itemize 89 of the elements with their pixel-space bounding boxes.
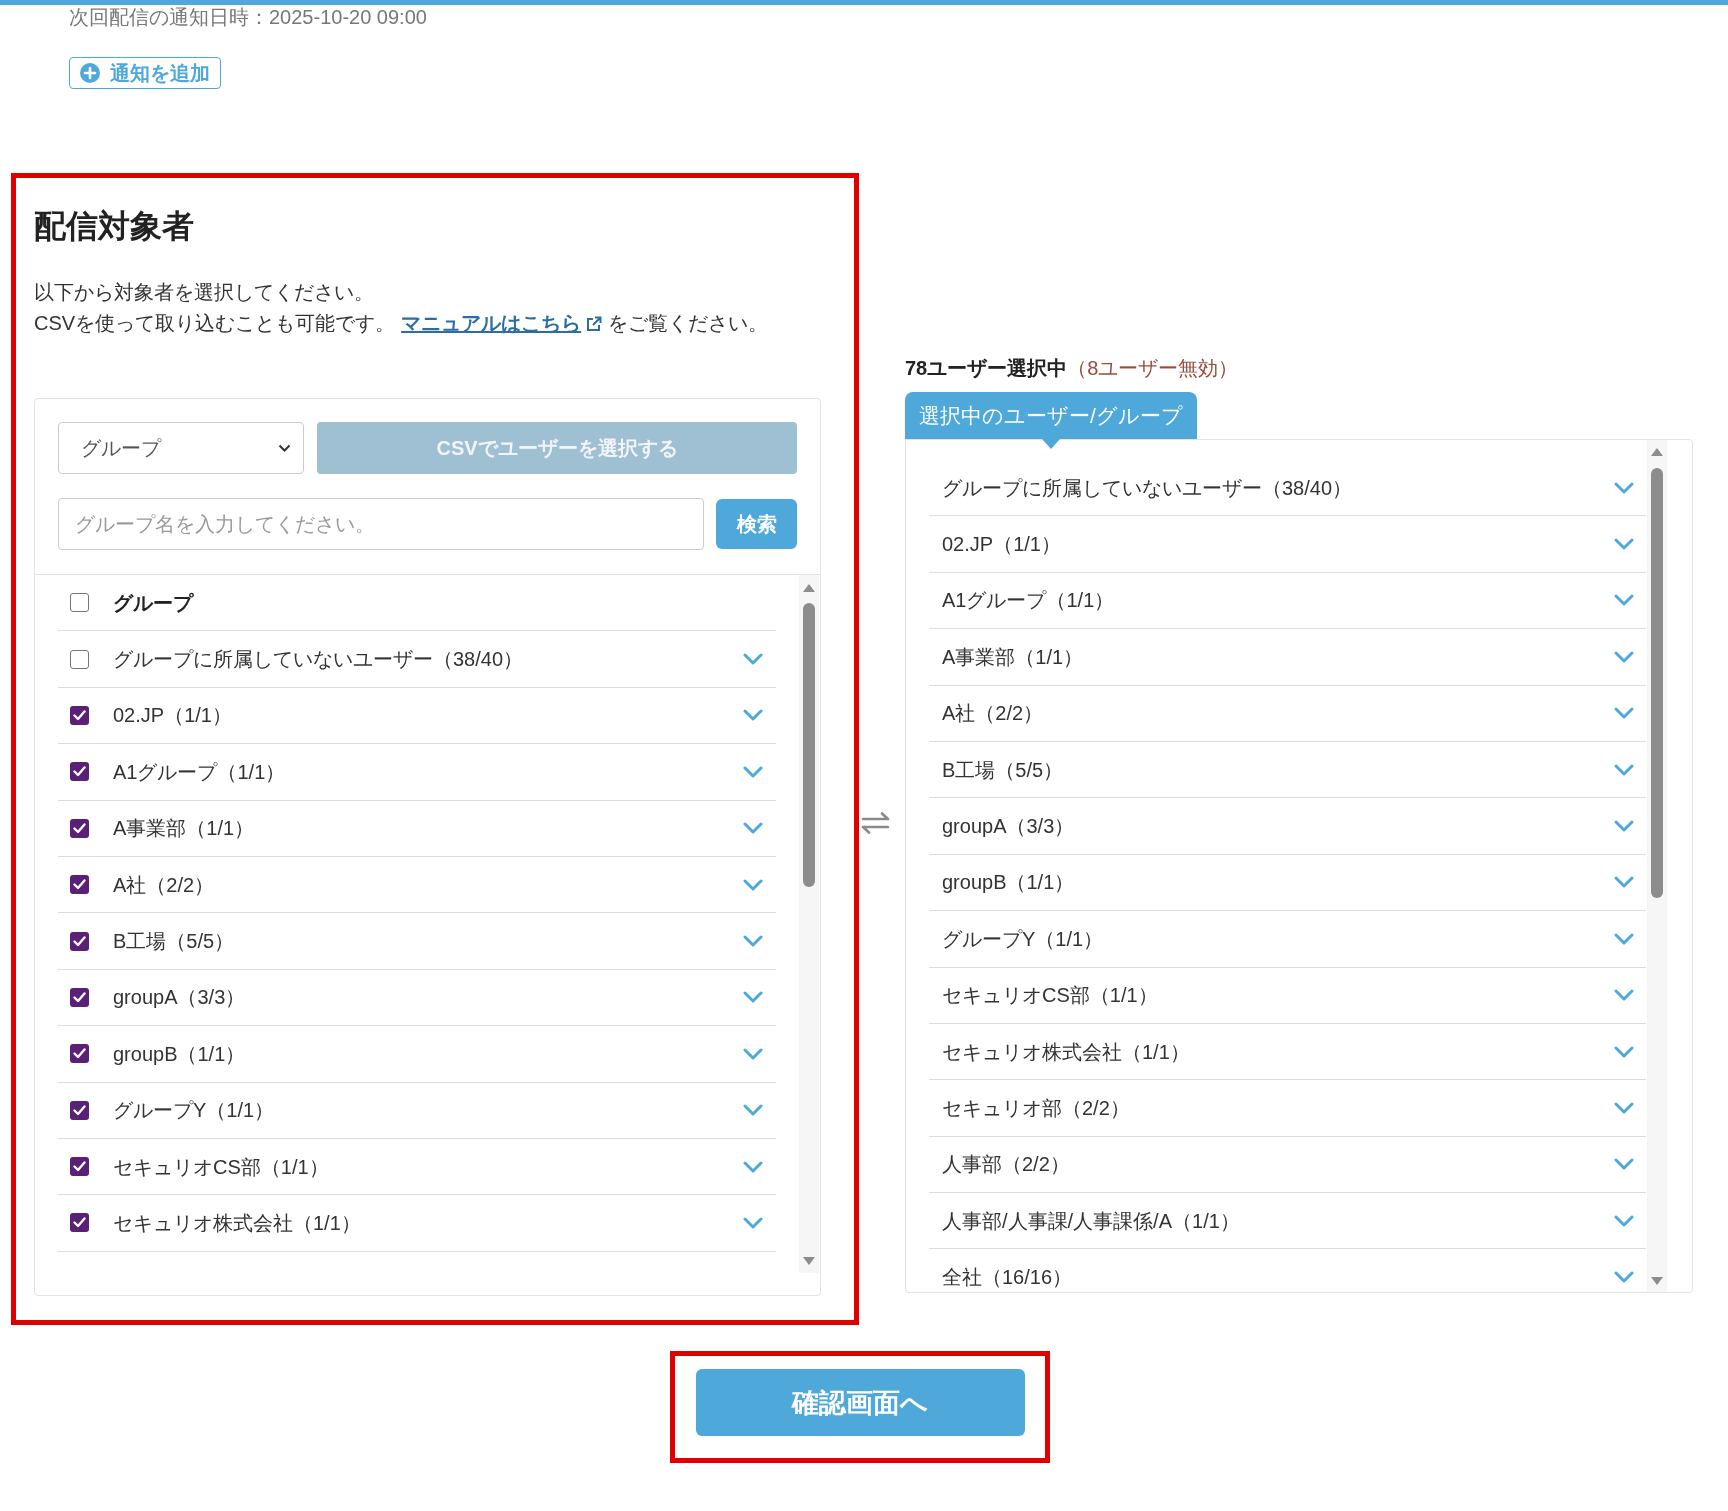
group-name: A事業部（1/1）	[942, 645, 1085, 668]
checkbox[interactable]	[70, 1100, 89, 1120]
group-name: グループY（1/1）	[113, 1099, 276, 1122]
checkbox[interactable]	[70, 762, 89, 782]
chevron-down-icon[interactable]	[1614, 594, 1634, 607]
chevron-down-icon[interactable]	[743, 1104, 763, 1117]
group-name: A社（2/2）	[113, 873, 216, 896]
group-name: B工場（5/5）	[113, 930, 236, 953]
chevron-down-icon[interactable]	[1614, 1045, 1634, 1058]
group-name: 人事部/人事課/人事課係/A（1/1）	[942, 1209, 1241, 1232]
chevron-down-icon[interactable]	[1614, 932, 1634, 945]
group-name: グループに所属していないユーザー（38/40）	[113, 648, 525, 671]
chevron-down-icon[interactable]	[743, 935, 763, 948]
group-name: セキュリオCS部（1/1）	[942, 984, 1159, 1007]
chevron-down-icon[interactable]	[743, 653, 763, 666]
chevron-down-icon[interactable]	[1614, 876, 1634, 889]
checkbox[interactable]	[70, 987, 89, 1007]
scroll-down-icon[interactable]	[803, 1257, 815, 1265]
chevron-down-icon	[278, 444, 291, 452]
checkbox[interactable]	[70, 875, 89, 895]
group-name: 人事部（2/2）	[942, 1153, 1071, 1176]
chevron-down-icon[interactable]	[743, 991, 763, 1004]
group-name: B工場（5/5）	[942, 758, 1065, 781]
description-text: 以下から対象者を選択してください。	[34, 280, 374, 305]
section-title: 配信対象者	[34, 207, 194, 246]
group-name: groupB（1/1）	[942, 871, 1076, 894]
group-name: groupB（1/1）	[113, 1042, 247, 1065]
chevron-down-icon[interactable]	[743, 822, 763, 835]
chevron-down-icon[interactable]	[1614, 1158, 1634, 1171]
chevron-down-icon[interactable]	[1614, 989, 1634, 1002]
description-text: CSVを使って取り込むことも可能です。 マニュアルはこちら をご覧ください。	[34, 308, 769, 339]
group-name: A1グループ（1/1）	[113, 760, 287, 783]
group-name: グループに所属していないユーザー（38/40）	[942, 476, 1354, 499]
checkbox[interactable]	[70, 593, 89, 613]
checkbox[interactable]	[70, 705, 89, 725]
chevron-down-icon[interactable]	[1614, 707, 1634, 720]
invalid-count: （8ユーザー無効）	[1067, 356, 1239, 381]
search-button[interactable]: 検索	[716, 499, 797, 549]
chevron-down-icon[interactable]	[743, 1160, 763, 1173]
group-name: 02.JP（1/1）	[942, 533, 1062, 556]
group-name: groupA（3/3）	[113, 986, 247, 1009]
chevron-down-icon[interactable]	[1614, 481, 1634, 494]
chevron-down-icon[interactable]	[743, 1047, 763, 1060]
chevron-down-icon[interactable]	[1614, 1102, 1634, 1114]
selection-count: 78ユーザー選択中	[905, 356, 1068, 381]
chevron-down-icon[interactable]	[1614, 650, 1634, 663]
external-link-icon	[586, 315, 603, 332]
group-name: セキュリオ株式会社（1/1）	[113, 1212, 362, 1234]
chevron-down-icon[interactable]	[743, 878, 763, 891]
group-name: セキュリオ部（2/2）	[942, 1097, 1131, 1119]
scrollbar-thumb[interactable]	[1651, 468, 1663, 898]
chevron-down-icon[interactable]	[1614, 538, 1634, 551]
group-name: A1グループ（1/1）	[942, 589, 1116, 612]
manual-link[interactable]: マニュアルはこちら	[401, 308, 603, 339]
scrollbar-thumb[interactable]	[803, 603, 815, 887]
scroll-up-icon[interactable]	[1651, 448, 1663, 456]
tab-pointer-icon	[1042, 439, 1060, 449]
scroll-down-icon[interactable]	[1651, 1277, 1663, 1285]
checkbox[interactable]	[70, 1213, 89, 1233]
chevron-down-icon[interactable]	[743, 709, 763, 722]
checkbox[interactable]	[70, 931, 89, 951]
group-name: 全社（16/16）	[942, 1266, 1074, 1289]
group-name: groupA（3/3）	[942, 815, 1076, 838]
group-name: セキュリオCS部（1/1）	[113, 1155, 330, 1178]
group-name: A事業部（1/1）	[113, 817, 256, 840]
checkbox[interactable]	[70, 1157, 89, 1177]
chevron-down-icon[interactable]	[1614, 763, 1634, 776]
group-name: グループY（1/1）	[942, 927, 1105, 950]
checkbox[interactable]	[70, 649, 89, 669]
group-name: 02.JP（1/1）	[113, 704, 233, 727]
chevron-down-icon[interactable]	[1614, 1271, 1634, 1284]
chevron-down-icon[interactable]	[743, 765, 763, 778]
search-field[interactable]: グループ名を入力してください。	[58, 498, 704, 550]
checkbox[interactable]	[70, 818, 89, 838]
checkbox[interactable]	[70, 1044, 89, 1064]
selected-tab[interactable]: 選択中のユーザー/グループ	[905, 392, 1197, 439]
scroll-up-icon[interactable]	[803, 584, 815, 592]
confirm-button[interactable]: 確認画面へ	[695, 1369, 1025, 1436]
plus-circle-icon	[80, 63, 100, 83]
group-name: A社（2/2）	[942, 702, 1045, 725]
column-header: グループ	[113, 591, 195, 614]
chevron-down-icon[interactable]	[743, 1217, 763, 1229]
chevron-down-icon[interactable]	[1614, 1214, 1634, 1227]
swap-arrows-icon	[861, 812, 891, 834]
group-type-select[interactable]: グループ	[58, 422, 304, 474]
group-name: セキュリオ株式会社（1/1）	[942, 1040, 1191, 1063]
chevron-down-icon[interactable]	[1614, 820, 1634, 833]
notice-text: 次回配信の通知日時：2025-10-20 09:00	[69, 5, 427, 29]
add-notification-button[interactable]: 通知を追加	[69, 57, 221, 89]
